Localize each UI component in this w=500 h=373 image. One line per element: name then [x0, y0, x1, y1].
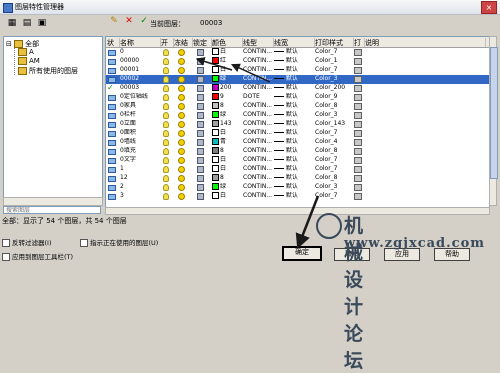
arrow-to-ok — [295, 195, 320, 249]
arrow-to-selected-row — [230, 63, 271, 83]
arrow-to-new-layer — [195, 57, 233, 71]
annotation-arrows — [195, 57, 320, 249]
